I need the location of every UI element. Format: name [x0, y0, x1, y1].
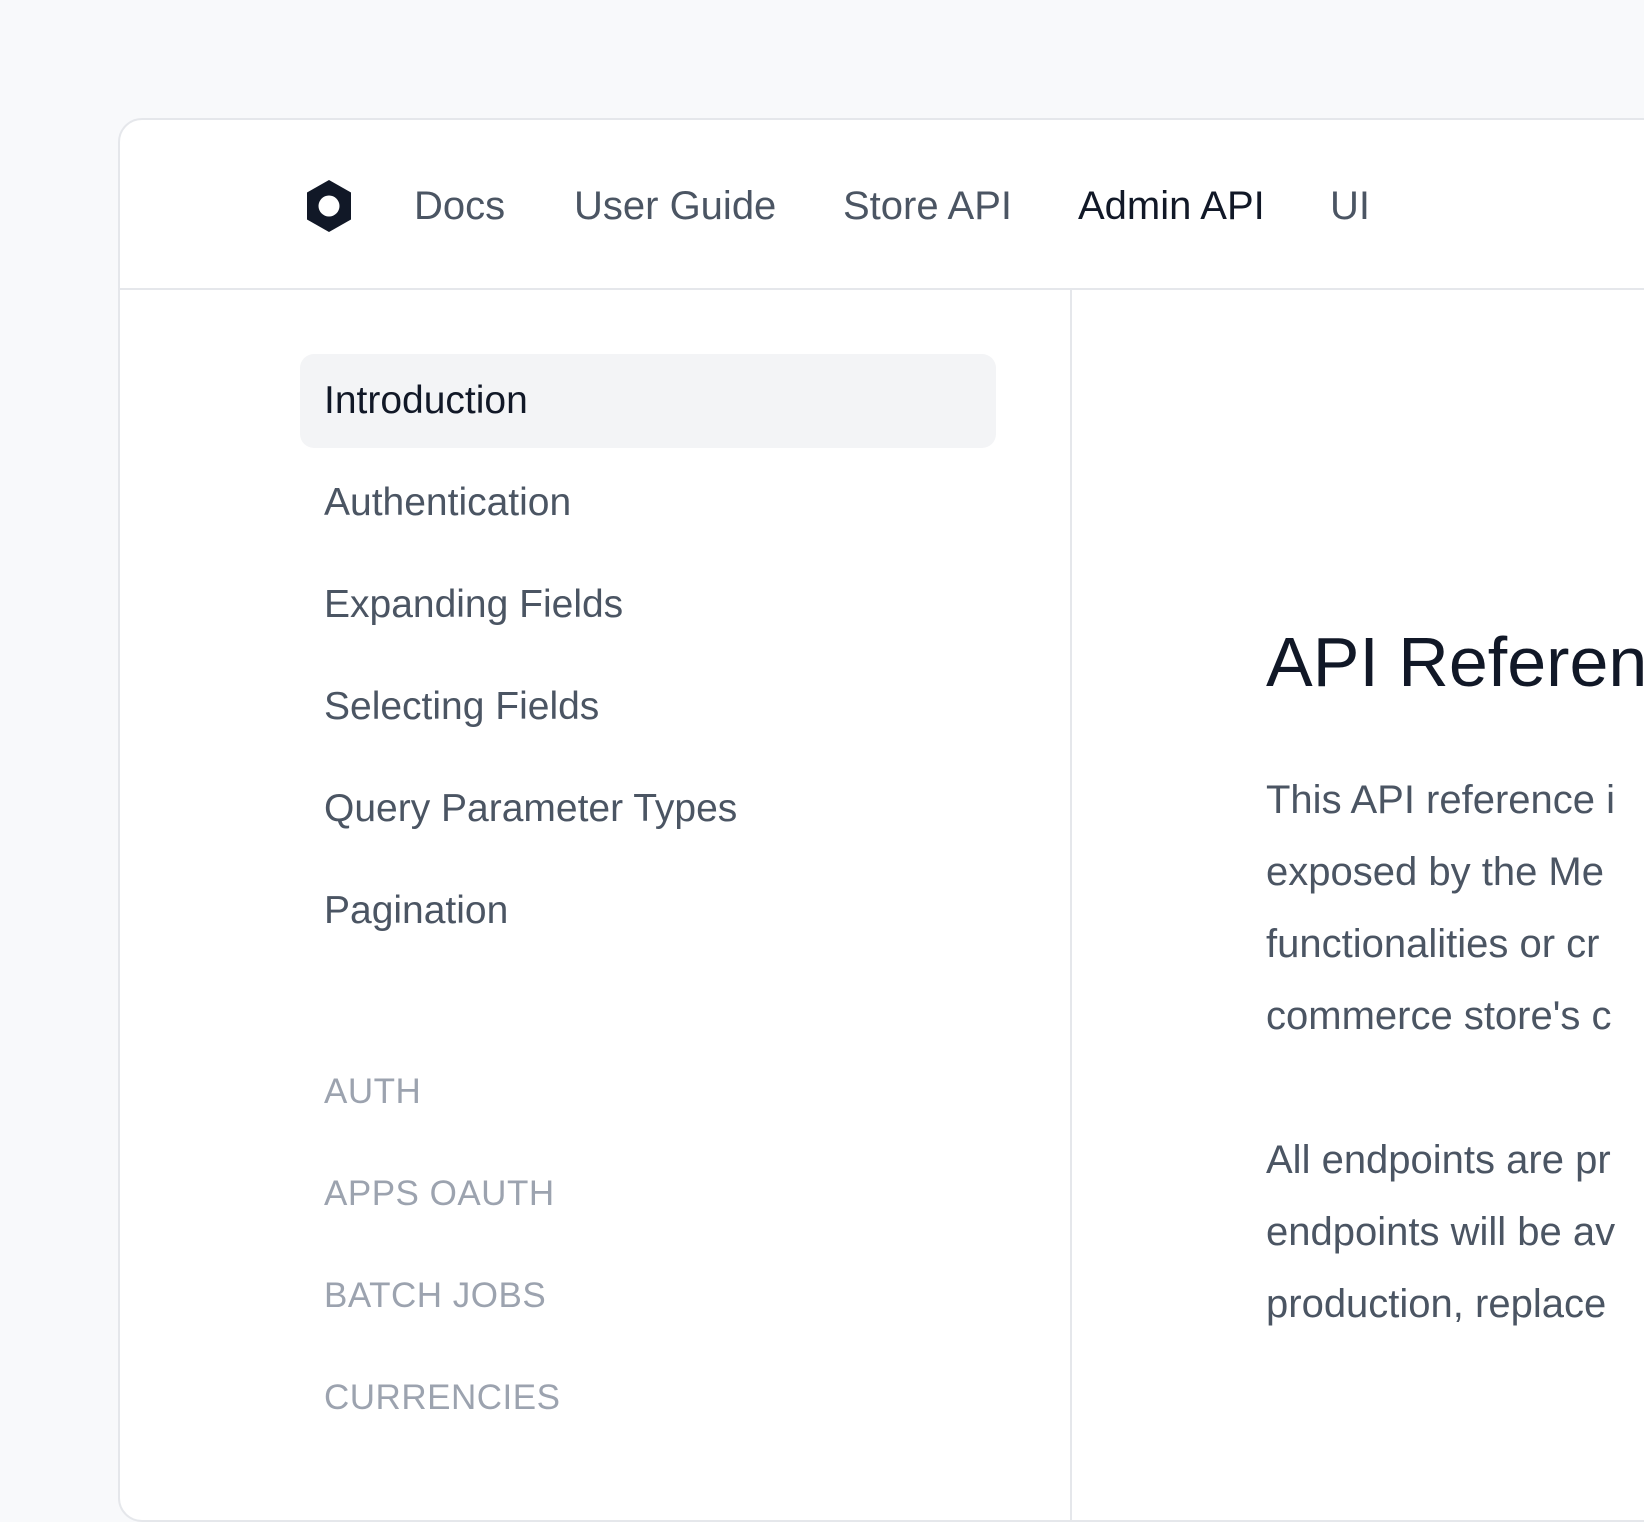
- medusa-logo-icon[interactable]: [304, 178, 354, 234]
- sidebar-section-auth[interactable]: AUTH: [324, 1070, 421, 1114]
- sidebar-item-query-parameter-types[interactable]: Query Parameter Types: [300, 762, 996, 856]
- endpoints-paragraph-line: production, replace: [1266, 1282, 1607, 1326]
- endpoints-paragraph-line: All endpoints are pr: [1266, 1138, 1611, 1182]
- intro-paragraph-line: functionalities or cr: [1266, 922, 1600, 966]
- app-window: Docs User Guide Store API Admin API UI I…: [118, 118, 1644, 1522]
- sidebar-section-currencies[interactable]: CURRENCIES: [324, 1376, 560, 1420]
- sidebar-section-batch-jobs[interactable]: BATCH JOBS: [324, 1274, 546, 1318]
- intro-paragraph-line: commerce store's c: [1266, 994, 1612, 1038]
- main-content: API Referen This API reference i exposed…: [1072, 290, 1644, 1520]
- sidebar-section-apps-oauth[interactable]: APPS OAUTH: [324, 1172, 555, 1216]
- sidebar-item-selecting-fields[interactable]: Selecting Fields: [300, 660, 996, 754]
- nav-user-guide[interactable]: User Guide: [574, 182, 776, 230]
- intro-paragraph-line: exposed by the Me: [1266, 850, 1604, 894]
- nav-ui[interactable]: UI: [1330, 182, 1370, 230]
- sidebar-item-introduction[interactable]: Introduction: [300, 354, 996, 448]
- nav-admin-api[interactable]: Admin API: [1078, 182, 1265, 230]
- endpoints-paragraph-line: endpoints will be av: [1266, 1210, 1616, 1254]
- sidebar-item-expanding-fields[interactable]: Expanding Fields: [300, 558, 996, 652]
- nav-docs[interactable]: Docs: [414, 182, 505, 230]
- sidebar: Introduction Authentication Expanding Fi…: [120, 290, 1072, 1520]
- nav-store-api[interactable]: Store API: [843, 182, 1012, 230]
- page-title: API Referen: [1266, 623, 1644, 701]
- sidebar-item-pagination[interactable]: Pagination: [300, 864, 996, 958]
- sidebar-item-authentication[interactable]: Authentication: [300, 456, 996, 550]
- top-navbar: Docs User Guide Store API Admin API UI: [120, 120, 1644, 290]
- intro-paragraph-line: This API reference i: [1266, 778, 1616, 822]
